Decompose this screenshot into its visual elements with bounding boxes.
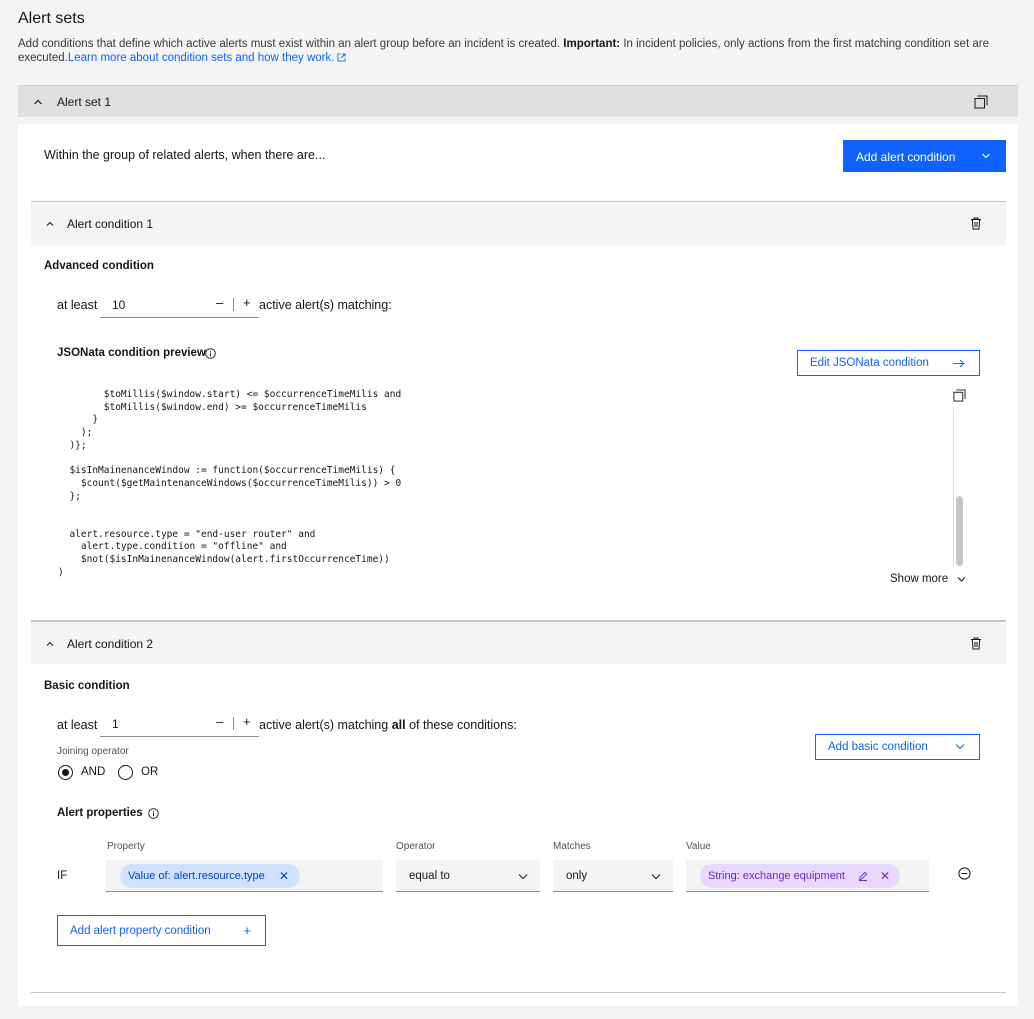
external-link-icon[interactable]: [337, 53, 347, 62]
value-tag-label: String: exchange equipment: [708, 870, 845, 882]
close-icon[interactable]: ✕: [880, 869, 890, 883]
matches-column-label: Matches: [553, 841, 591, 852]
value-field[interactable]: String: exchange equipment ✕: [686, 860, 929, 892]
increment-button[interactable]: +: [243, 295, 251, 310]
code-scrollbar-thumb[interactable]: [956, 496, 963, 566]
matching-label-start: active alert(s) matching: [259, 718, 389, 732]
property-tag-label: Value of: alert.resource.type: [128, 870, 265, 882]
within-group-text: Within the group of related alerts, when…: [44, 148, 326, 162]
operator-select[interactable]: equal to: [396, 860, 540, 892]
alert-condition-1-header[interactable]: Alert condition 1: [31, 201, 1006, 245]
add-alert-condition-button[interactable]: Add alert condition: [843, 140, 1006, 172]
copy-icon[interactable]: [974, 95, 988, 109]
alert-set-title: Alert set 1: [57, 95, 112, 109]
show-more-button[interactable]: Show more: [890, 573, 966, 585]
remove-row-icon[interactable]: [958, 867, 971, 880]
add-basic-condition-label: Add basic condition: [828, 741, 928, 753]
alert-condition-2-title: Alert condition 2: [67, 637, 154, 651]
value-column-label: Value: [686, 841, 711, 852]
chevron-up-icon[interactable]: [46, 640, 54, 648]
matches-select[interactable]: only: [553, 860, 673, 892]
advanced-condition-label: Advanced condition: [44, 260, 154, 272]
show-more-label: Show more: [890, 573, 949, 585]
trash-icon[interactable]: [970, 637, 982, 650]
chevron-down-icon: [518, 874, 528, 880]
joining-operator-label: Joining operator: [57, 746, 129, 757]
value-tag[interactable]: String: exchange equipment ✕: [700, 864, 900, 888]
divider: [31, 992, 1006, 993]
property-column-label: Property: [107, 841, 145, 852]
matching-label-end: of these conditions:: [409, 718, 517, 732]
info-icon[interactable]: [148, 808, 159, 819]
description-important: Important:: [563, 38, 621, 50]
plus-icon: +: [243, 923, 251, 938]
add-alert-property-condition-button[interactable]: Add alert property condition +: [57, 915, 266, 946]
property-field[interactable]: Value of: alert.resource.type ✕: [106, 860, 383, 892]
chevron-down-icon: [957, 577, 966, 582]
increment-button[interactable]: +: [243, 714, 251, 729]
chevron-down-icon: [955, 744, 965, 750]
operator-value: equal to: [409, 870, 450, 882]
edit-icon[interactable]: [858, 871, 868, 881]
matching-label-all: all: [391, 718, 406, 732]
operator-column-label: Operator: [396, 841, 436, 852]
property-tag[interactable]: Value of: alert.resource.type ✕: [120, 864, 300, 888]
add-basic-condition-button[interactable]: Add basic condition: [815, 734, 980, 760]
basic-condition-label: Basic condition: [44, 680, 130, 692]
matches-value: only: [566, 870, 588, 882]
jsonata-code-preview: $toMillis($window.start) <= $occurrenceT…: [58, 389, 402, 578]
jsonata-preview-label: JSONata condition preview: [57, 347, 206, 359]
chevron-down-icon: [982, 153, 990, 159]
chevron-down-icon: [651, 874, 661, 880]
alert-condition-1-title: Alert condition 1: [67, 217, 154, 231]
at-least-label: at least: [57, 718, 98, 732]
info-icon[interactable]: [205, 348, 216, 359]
or-radio[interactable]: [118, 765, 133, 780]
stepper-divider: [233, 717, 234, 730]
edit-jsonata-button[interactable]: Edit JSONata condition: [797, 350, 980, 376]
chevron-up-icon[interactable]: [46, 220, 54, 228]
decrement-button[interactable]: –: [216, 295, 223, 310]
alert-properties-label: Alert properties: [57, 807, 143, 819]
and-radio-label[interactable]: AND: [81, 766, 105, 778]
count-stepper[interactable]: 10 – +: [100, 292, 259, 318]
count-value[interactable]: 10: [112, 298, 125, 312]
if-label: IF: [57, 870, 68, 882]
matching-all-label: active alert(s) matching all of these co…: [259, 718, 517, 732]
or-radio-label[interactable]: OR: [141, 766, 158, 778]
add-alert-condition-label: Add alert condition: [856, 150, 956, 164]
and-radio[interactable]: [58, 765, 73, 780]
matching-label: active alert(s) matching:: [259, 298, 392, 312]
alert-set-header[interactable]: Alert set 1: [18, 85, 1018, 117]
description-text: Add conditions that define which active …: [18, 38, 561, 50]
copy-code-icon[interactable]: [953, 389, 966, 402]
add-property-label: Add alert property condition: [70, 925, 211, 937]
count-value[interactable]: 1: [112, 717, 119, 731]
chevron-up-icon[interactable]: [33, 97, 43, 107]
edit-jsonata-label: Edit JSONata condition: [810, 357, 929, 369]
alert-condition-2-header[interactable]: Alert condition 2: [31, 620, 1006, 664]
page-description: Add conditions that define which active …: [18, 37, 1018, 65]
stepper-divider: [233, 298, 234, 311]
learn-more-link[interactable]: Learn more about condition sets and how …: [68, 52, 335, 64]
at-least-label: at least: [57, 298, 98, 312]
page-title: Alert sets: [18, 10, 85, 27]
trash-icon[interactable]: [970, 217, 982, 230]
count-stepper[interactable]: 1 – +: [100, 711, 259, 737]
close-icon[interactable]: ✕: [279, 869, 289, 883]
arrow-right-icon: [953, 359, 965, 368]
decrement-button[interactable]: –: [216, 714, 223, 729]
